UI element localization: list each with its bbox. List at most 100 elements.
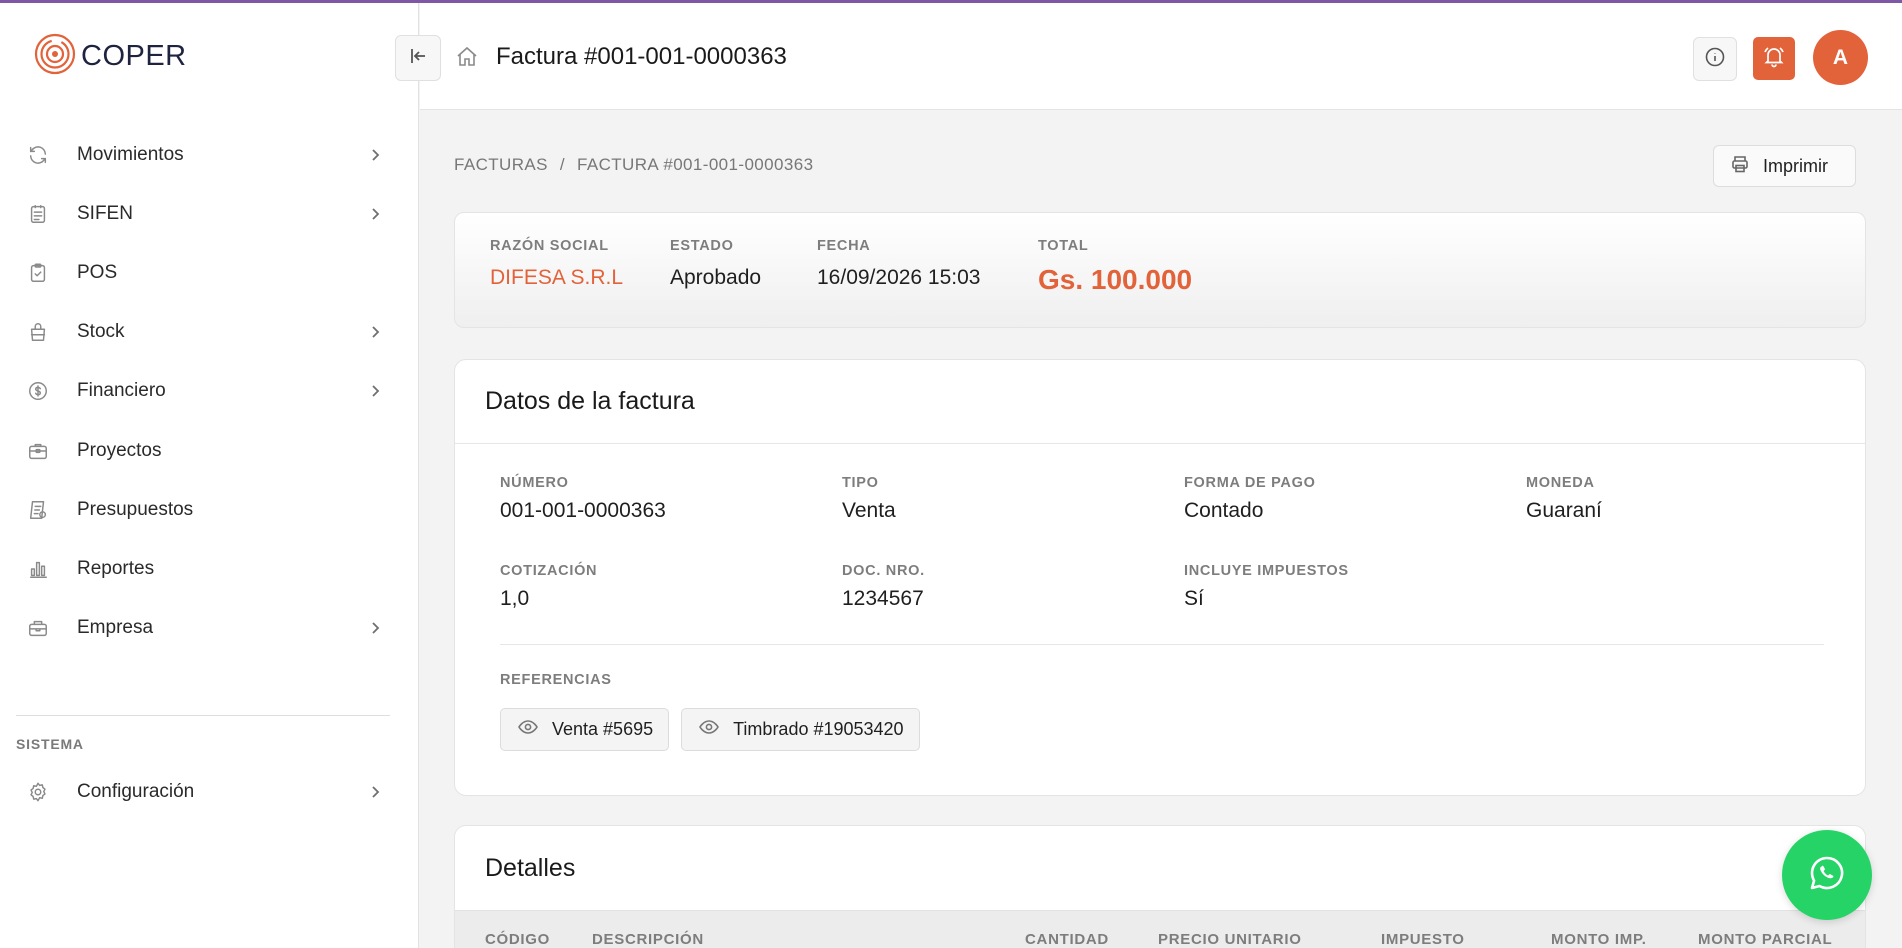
invoice-details-card: Detalles CÓDIGO DESCRIPCIÓN CANTIDAD PRE… (454, 825, 1866, 948)
field-tipo: TIPO Venta (842, 475, 896, 523)
sidebar-item-label: Movimientos (77, 143, 184, 165)
breadcrumb: FACTURAS / FACTURA #001-001-0000363 (454, 155, 813, 175)
column-header-monto-imp: MONTO IMP. (1551, 931, 1647, 948)
section-label-sistema: SISTEMA (16, 736, 84, 752)
sidebar-item-financiero[interactable]: Financiero (0, 362, 419, 421)
tipo-label: TIPO (842, 475, 879, 491)
incluye-impuestos-label: INCLUYE IMPUESTOS (1184, 563, 1349, 579)
sidebar-item-label: Configuración (77, 780, 195, 802)
card-divider (500, 644, 1824, 645)
top-header: Factura #001-001-0000363 A (395, 3, 1902, 110)
summary-estado: ESTADO Aprobado (670, 238, 761, 290)
briefcase-icon (26, 439, 50, 463)
fecha-value: 16/09/2026 15:03 (817, 266, 981, 289)
breadcrumb-separator: / (559, 155, 566, 174)
sidebar-item-proyectos[interactable]: Proyectos (0, 421, 419, 480)
toolbox-icon (26, 616, 50, 640)
info-icon (1704, 46, 1726, 73)
field-numero: NÚMERO 001-001-0000363 (500, 475, 666, 523)
column-header-codigo: CÓDIGO (485, 931, 551, 948)
chevron-right-icon (367, 620, 383, 636)
page-title: Factura #001-001-0000363 (496, 43, 787, 70)
doc-nro-label: DOC. NRO. (842, 563, 925, 579)
reference-tag-venta[interactable]: Venta #5695 (500, 708, 670, 751)
chevron-right-icon (367, 206, 383, 222)
dollar-icon (26, 379, 50, 403)
printer-icon (1730, 154, 1763, 179)
sidebar-item-configuracion[interactable]: Configuración (0, 762, 419, 821)
razon-social-link[interactable]: DIFESA S.R.L (490, 266, 623, 290)
reference-tags: Venta #5695 Timbrado #19053420 (500, 708, 920, 751)
reference-tag-timbrado[interactable]: Timbrado #19053420 (681, 708, 920, 751)
invoice-data-card: Datos de la factura NÚMERO 001-001-00003… (454, 359, 1866, 796)
razon-social-label: RAZÓN SOCIAL (490, 238, 609, 254)
sidebar-item-label: Proyectos (77, 439, 162, 461)
sidebar-item-sifen[interactable]: SIFEN (0, 184, 419, 243)
total-label: TOTAL (1038, 238, 1089, 254)
field-forma-pago: FORMA DE PAGO Contado (1184, 475, 1316, 523)
document-icon (26, 202, 50, 226)
whatsapp-button[interactable] (1782, 830, 1872, 920)
bag-icon (26, 320, 50, 344)
print-button[interactable]: Imprimir (1713, 145, 1856, 187)
sidebar-item-label: POS (77, 261, 118, 283)
forma-pago-value: Contado (1184, 499, 1264, 522)
breadcrumb-item-current: FACTURA #001-001-0000363 (577, 155, 814, 174)
brand-logo[interactable]: COPER (33, 32, 187, 81)
sidebar-item-label: Stock (77, 321, 125, 343)
chevron-right-icon (367, 147, 383, 163)
incluye-impuestos-value: Sí (1184, 587, 1204, 610)
breadcrumb-item-facturas[interactable]: FACTURAS (454, 155, 548, 175)
estado-value: Aprobado (670, 266, 762, 289)
sidebar-item-label: Empresa (77, 617, 154, 639)
sidebar-item-label: Presupuestos (77, 498, 194, 520)
card-title-detalles: Detalles (485, 853, 576, 882)
gear-icon (26, 780, 50, 804)
moneda-label: MONEDA (1526, 475, 1595, 491)
forma-pago-label: FORMA DE PAGO (1184, 475, 1316, 491)
summary-razon-social: RAZÓN SOCIAL DIFESA S.R.L (490, 238, 623, 290)
user-avatar[interactable]: A (1813, 30, 1868, 85)
chevron-right-icon (367, 383, 383, 399)
total-value: Gs. 100.000 (1038, 264, 1193, 295)
home-icon[interactable] (454, 44, 480, 70)
numero-value: 001-001-0000363 (500, 499, 666, 522)
column-header-precio-unitario: PRECIO UNITARIO (1158, 931, 1302, 948)
receipt-icon (26, 498, 50, 522)
sidebar-system-nav: Configuración (0, 762, 419, 821)
column-header-cantidad: CANTIDAD (1025, 931, 1109, 948)
summary-total: TOTAL Gs. 100.000 (1038, 238, 1192, 296)
sidebar-item-pos[interactable]: POS (0, 243, 419, 302)
tipo-value: Venta (842, 499, 896, 522)
chevron-right-icon (367, 324, 383, 340)
sidebar-nav: Movimientos SIFEN POS Stock Financiero P… (0, 125, 419, 658)
field-incluye-impuestos: INCLUYE IMPUESTOS Sí (1184, 563, 1349, 611)
card-title-datos: Datos de la factura (455, 360, 1865, 444)
print-button-label: Imprimir (1763, 155, 1828, 176)
notifications-button[interactable] (1753, 37, 1795, 80)
reference-tag-label: Timbrado #19053420 (733, 719, 904, 739)
eye-icon (698, 716, 733, 743)
sidebar-item-empresa[interactable]: Empresa (0, 599, 419, 658)
referencias-label: REFERENCIAS (500, 672, 612, 688)
sidebar-divider (16, 715, 390, 716)
summary-fecha: FECHA 16/09/2026 15:03 (817, 238, 981, 290)
brand-name: COPER (81, 40, 187, 72)
whatsapp-icon (1806, 852, 1848, 899)
sidebar-item-presupuestos[interactable]: Presupuestos (0, 480, 419, 539)
column-header-monto-parcial: MONTO PARCIAL (1698, 931, 1833, 948)
doc-nro-value: 1234567 (842, 587, 924, 610)
sidebar-item-reportes[interactable]: Reportes (0, 539, 419, 598)
info-button[interactable] (1693, 37, 1737, 81)
sidebar-item-stock[interactable]: Stock (0, 303, 419, 362)
field-referencias: REFERENCIAS (500, 672, 612, 688)
fecha-label: FECHA (817, 238, 871, 254)
reference-tag-label: Venta #5695 (552, 719, 654, 739)
eye-icon (517, 716, 552, 743)
refresh-icon (26, 143, 50, 167)
sidebar-item-movimientos[interactable]: Movimientos (0, 125, 419, 184)
collapse-left-icon (408, 46, 428, 71)
column-header-impuesto: IMPUESTO (1381, 931, 1465, 948)
bar-chart-icon (26, 557, 50, 581)
collapse-sidebar-button[interactable] (395, 35, 441, 81)
